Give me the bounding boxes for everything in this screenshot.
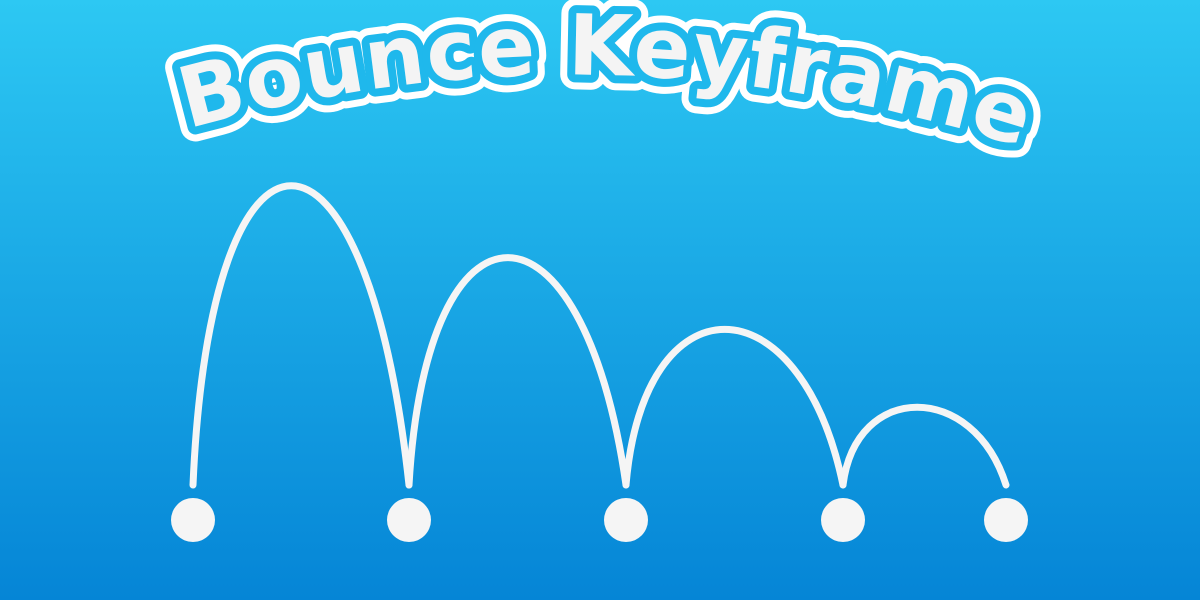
- keyframe-ball-5: [984, 498, 1028, 542]
- keyframe-ball-2: [387, 498, 431, 542]
- illustration-canvas: Bounce Keyframe Bounce Keyframe Bounce K…: [0, 0, 1200, 600]
- keyframe-ball-3: [604, 498, 648, 542]
- keyframe-ball-4: [821, 498, 865, 542]
- keyframe-ball-1: [171, 498, 215, 542]
- bounce-keyframe-illustration: Bounce Keyframe Bounce Keyframe Bounce K…: [0, 0, 1200, 600]
